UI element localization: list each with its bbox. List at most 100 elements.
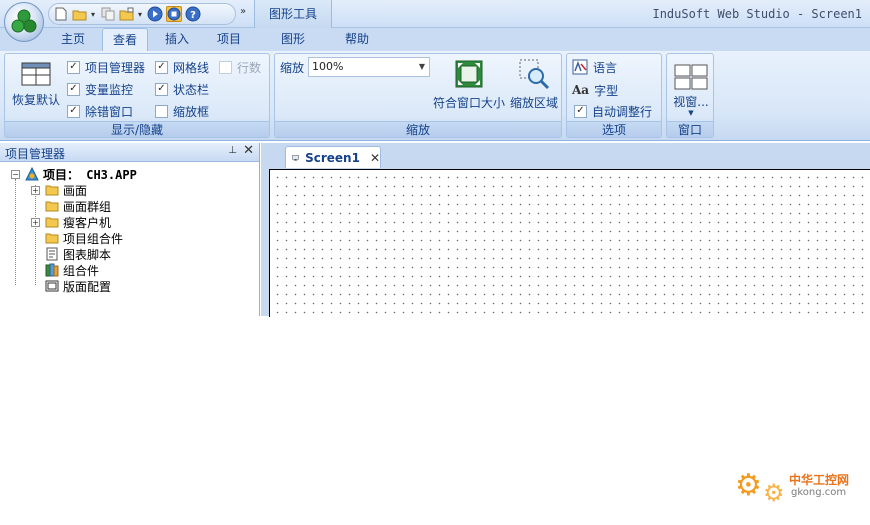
zoom-area-icon <box>519 59 550 90</box>
script-icon <box>46 247 58 261</box>
new-file-icon[interactable] <box>53 6 69 22</box>
checkbox[interactable]: ✓ <box>67 60 80 74</box>
tab-graphics[interactable]: 图形 <box>272 28 314 51</box>
tab-insert[interactable]: 插入 <box>156 28 198 51</box>
language-button[interactable]: 语言 <box>572 58 617 76</box>
tab-project[interactable]: 项目 <box>208 28 250 51</box>
zoom-label: 缩放 <box>280 61 305 75</box>
view-window-button[interactable]: 视窗... ▼ <box>669 64 713 117</box>
check-grid-lines[interactable]: ✓ 网格线 <box>155 58 209 76</box>
tree-item-label: 瘦客户机 <box>63 215 112 230</box>
gear-icon: ⚙ <box>735 468 762 503</box>
checkbox[interactable]: ✓ <box>155 82 168 96</box>
document-area: Screen1 ✕ <box>261 143 870 317</box>
checkbox[interactable]: ✓ <box>155 60 168 74</box>
folder-icon <box>45 185 59 196</box>
tree-root[interactable]: 项目： CH3.APP <box>25 166 137 182</box>
open-folder-icon[interactable] <box>72 6 88 22</box>
stop-icon[interactable] <box>166 6 182 22</box>
tree-item-screen-groups[interactable]: 画面群组 <box>45 198 111 214</box>
expand-icon[interactable]: + <box>31 186 40 195</box>
open-dropdown-icon[interactable]: ▾ <box>91 10 97 19</box>
view-window-label: 视窗... <box>673 95 709 109</box>
check-label: 缩放框 <box>173 104 210 119</box>
tree-item-screens[interactable]: 画面 <box>45 182 87 198</box>
tree-root-label: 项目： CH3.APP <box>43 167 137 182</box>
tab-help[interactable]: 帮助 <box>336 28 378 51</box>
language-label: 语言 <box>593 60 618 75</box>
check-status-bar[interactable]: ✓ 状态栏 <box>155 80 209 98</box>
zoom-area-label: 缩放区域 <box>509 96 558 110</box>
tile-windows-icon <box>674 64 708 90</box>
zoom-area-button[interactable]: 缩放区域 <box>507 58 561 111</box>
checkbox[interactable]: ✓ <box>67 104 80 118</box>
check-debug-window[interactable]: ✓ 除错窗口 <box>67 102 133 120</box>
language-icon <box>572 59 588 75</box>
library-icon <box>45 263 59 277</box>
window-layout-icon <box>21 62 51 86</box>
tree-item-project-symbols[interactable]: 项目组合件 <box>45 230 123 246</box>
folder-icon <box>45 217 59 228</box>
collapse-icon[interactable]: − <box>11 170 20 179</box>
tree-item-symbols[interactable]: 组合件 <box>45 262 99 278</box>
pin-icon[interactable]: ⊥ <box>228 145 237 156</box>
document-tab-screen1[interactable]: Screen1 ✕ <box>285 146 381 168</box>
run-icon[interactable] <box>147 6 163 22</box>
tree-item-graphics-script[interactable]: 图表脚本 <box>45 246 111 262</box>
chevron-down-icon: ▼ <box>688 109 694 117</box>
tree-item-label: 项目组合件 <box>63 231 124 246</box>
tree-item-label: 图表脚本 <box>63 247 112 262</box>
check-auto-wrap[interactable]: ✓ 自动调整行 <box>574 102 652 120</box>
check-zoom-box[interactable]: 缩放框 <box>155 102 209 120</box>
screen-canvas[interactable] <box>269 169 870 317</box>
close-icon[interactable]: ✕ <box>243 143 254 158</box>
context-tab-group: 图形工具 <box>254 0 332 28</box>
font-icon: Aa <box>572 83 590 97</box>
tab-home[interactable]: 主页 <box>52 28 94 51</box>
check-label: 网格线 <box>173 60 210 75</box>
group-window: 视窗... ▼ 窗口 <box>666 53 714 138</box>
help-icon[interactable]: ? <box>185 6 201 22</box>
checkbox[interactable]: ✓ <box>67 82 80 96</box>
group-zoom: 缩放 100% ▼ 符合窗口大小 缩放区域 缩放 <box>274 53 562 138</box>
checkbox[interactable]: ✓ <box>574 104 587 118</box>
checkbox[interactable] <box>155 104 168 118</box>
close-icon[interactable]: ✕ <box>370 151 380 165</box>
folder-icon <box>45 201 59 212</box>
save-dropdown-icon[interactable]: ▾ <box>138 10 144 19</box>
tab-view[interactable]: 查看 <box>102 28 148 52</box>
panel-header: 项目管理器 ⊥ ✕ <box>0 143 259 162</box>
customize-toolbar-icon[interactable]: » <box>240 6 246 17</box>
chevron-down-icon[interactable]: ▼ <box>415 58 429 76</box>
group-options: 语言 Aa 字型 ✓ 自动调整行 选项 <box>566 53 662 138</box>
group-label: 缩放 <box>275 121 561 137</box>
tree-line <box>35 185 36 285</box>
svg-text:?: ? <box>190 10 196 21</box>
gear-icon: ⚙ <box>763 479 785 507</box>
title-bar: ▾ ▾ ? » 图形工具 InduSoft Web Studio - Scree… <box>0 0 870 42</box>
check-label: 变量监控 <box>85 82 134 97</box>
tree-item-label: 组合件 <box>63 263 100 278</box>
group-label: 选项 <box>567 121 661 137</box>
ribbon: 恢复默认 ✓ 项目管理器 ✓ 变量监控 ✓ 除错窗口 ✓ 网格线 ✓ 状态栏 缩… <box>0 51 870 141</box>
ribbon-tab-strip: 主页 查看 插入 项目 图形 帮助 <box>0 28 870 52</box>
application-button[interactable] <box>4 2 44 42</box>
save-folder-icon[interactable] <box>119 6 135 22</box>
check-label: 除错窗口 <box>85 104 134 119</box>
check-tag-watch[interactable]: ✓ 变量监控 <box>67 80 133 98</box>
zoom-combobox[interactable]: 100% ▼ <box>308 57 430 77</box>
tree-item-layout[interactable]: 版面配置 <box>45 278 111 294</box>
expand-icon[interactable]: + <box>31 218 40 227</box>
restore-default-button[interactable]: 恢复默认 <box>8 62 64 108</box>
font-button[interactable]: Aa 字型 <box>572 81 618 99</box>
check-label: 状态栏 <box>173 82 210 97</box>
screen-icon <box>292 154 299 161</box>
check-project-manager[interactable]: ✓ 项目管理器 <box>67 58 145 76</box>
tree-item-label: 画面 <box>63 183 88 198</box>
project-icon <box>25 167 39 181</box>
app-logo-icon <box>11 9 37 33</box>
fit-window-button[interactable]: 符合窗口大小 <box>429 60 509 111</box>
copy-icon[interactable] <box>100 6 116 22</box>
watermark-title: 中华工控网 <box>789 473 850 487</box>
tree-item-thin-clients[interactable]: 瘦客户机 <box>45 214 111 230</box>
